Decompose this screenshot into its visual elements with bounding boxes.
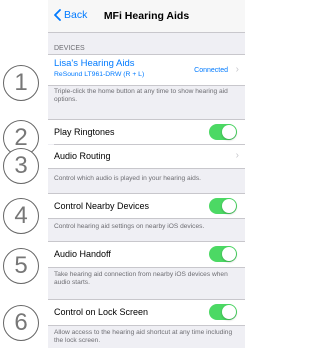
devices-section-header: DEVICES (54, 45, 85, 52)
control-nearby-devices-footer: Control hearing aid settings on nearby i… (54, 223, 205, 230)
audio-routing-row[interactable]: Audio Routing › (48, 145, 245, 168)
divider (48, 85, 245, 86)
divider (48, 267, 245, 268)
control-nearby-devices-row: Control Nearby Devices (48, 194, 245, 218)
callout-gutter: 1 2 3 4 5 6 (0, 0, 48, 348)
callout-6: 6 (3, 305, 39, 341)
play-ringtones-label: Play Ringtones (54, 127, 115, 137)
lock-screen-toggle[interactable] (209, 304, 237, 320)
lock-screen-label: Control on Lock Screen (54, 307, 149, 317)
divider (48, 168, 245, 169)
device-name: Lisa's Hearing Aids (54, 58, 135, 69)
chevron-right-icon: › (235, 150, 239, 161)
play-ringtones-row: Play Ringtones (48, 120, 245, 144)
chevron-right-icon: › (235, 64, 239, 75)
divider (48, 218, 245, 219)
callout-4: 4 (3, 198, 39, 234)
audio-routing-footer: Control which audio is played in your he… (54, 175, 201, 182)
device-model: ReSound LT961-DRW (R + L) (54, 71, 145, 78)
control-nearby-devices-toggle[interactable] (209, 198, 237, 214)
device-cell[interactable]: Lisa's Hearing Aids ReSound LT961-DRW (R… (48, 55, 245, 85)
callout-1: 1 (3, 65, 39, 101)
play-ringtones-toggle[interactable] (209, 124, 237, 140)
hearing-aids-settings-screen: Back MFi Hearing Aids DEVICES Lisa's Hea… (48, 0, 245, 348)
devices-footer: Triple-click the home button at any time… (54, 88, 228, 104)
divider (48, 325, 245, 326)
control-nearby-devices-label: Control Nearby Devices (54, 201, 150, 211)
audio-handoff-toggle[interactable] (209, 246, 237, 262)
audio-handoff-row: Audio Handoff (48, 242, 245, 267)
audio-routing-label: Audio Routing (54, 151, 111, 161)
audio-handoff-label: Audio Handoff (54, 249, 111, 259)
navigation-bar: Back MFi Hearing Aids (48, 0, 245, 33)
page-title: MFi Hearing Aids (103, 10, 190, 22)
lock-screen-footer: Allow access to the hearing aid shortcut… (54, 329, 233, 345)
callout-5: 5 (3, 248, 39, 284)
device-status: Connected (194, 67, 228, 74)
audio-handoff-footer: Take hearing aid connection from nearby … (54, 271, 228, 287)
divider (48, 54, 245, 55)
callout-3: 3 (3, 148, 39, 184)
lock-screen-row: Control on Lock Screen (48, 300, 245, 325)
